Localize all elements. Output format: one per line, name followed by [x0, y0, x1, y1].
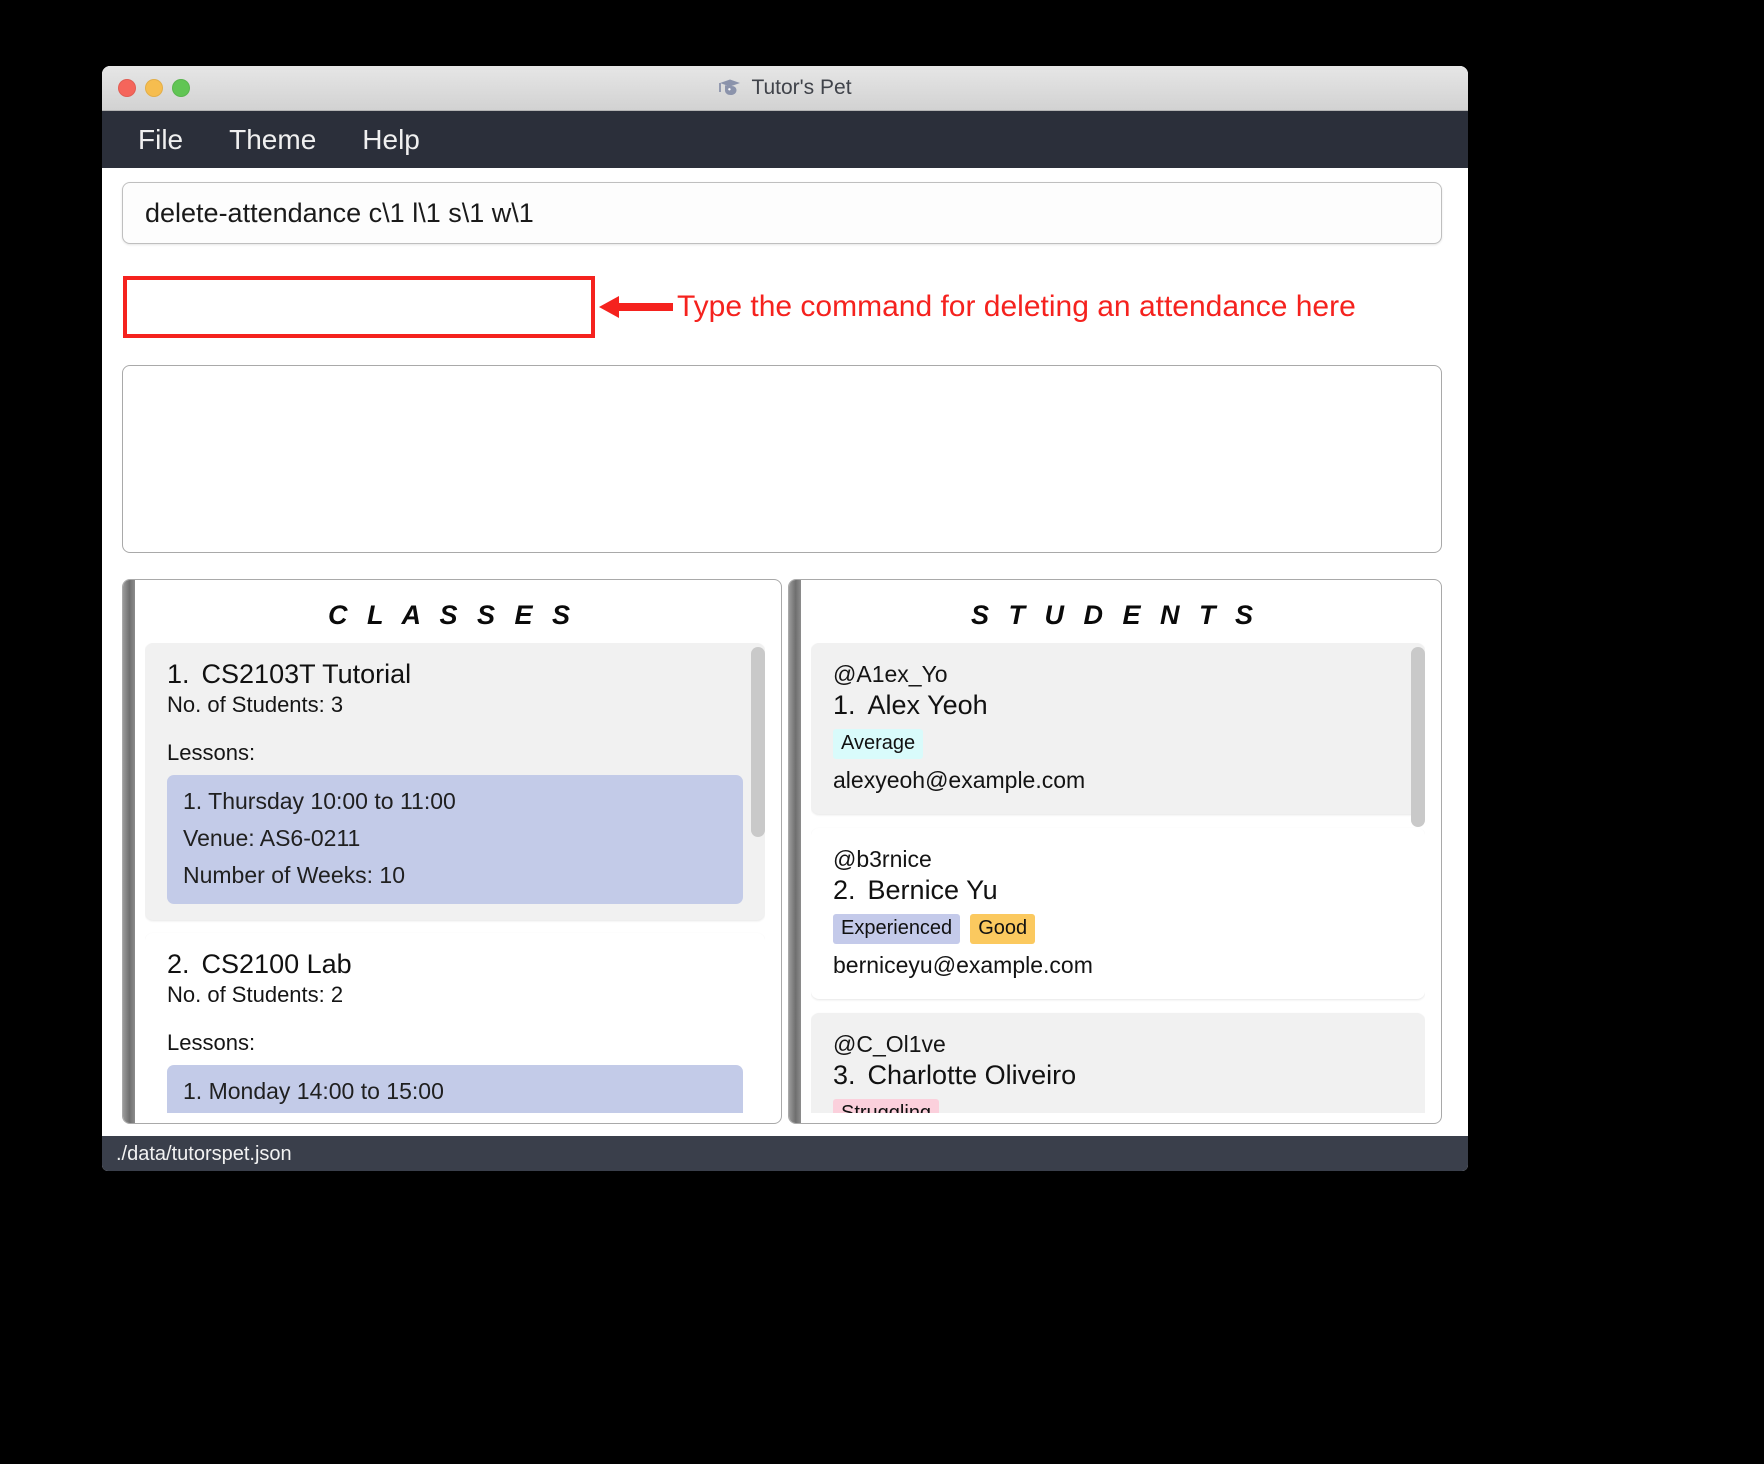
student-email: alexyeoh@example.com — [833, 767, 1086, 793]
student-name-row: 1. Alex Yeoh — [833, 690, 1403, 721]
student-index: 3. — [833, 1060, 856, 1090]
class-student-count-label: No. of Students: — [167, 982, 325, 1007]
window-title: Tutor's Pet — [751, 76, 852, 99]
student-tag-row: Struggling — [833, 1099, 1403, 1113]
student-card[interactable]: @C_Ol1ve 3. Charlotte Oliveiro Struggling — [811, 1013, 1425, 1113]
class-index: 2. — [167, 949, 190, 979]
classes-list: 1. CS2103T Tutorial No. of Students: 3 Le… — [145, 643, 765, 1113]
student-name: Alex Yeoh — [867, 690, 988, 720]
class-name: CS2103T Tutorial — [201, 659, 412, 689]
menu-item-file[interactable]: File — [134, 124, 187, 156]
command-input[interactable]: delete-attendance c\1 l\1 s\1 w\1 — [122, 182, 1442, 244]
students-panel-scrollbar[interactable] — [789, 580, 801, 1123]
class-card[interactable]: 1. CS2103T Tutorial No. of Students: 3 Le… — [145, 643, 765, 920]
status-badge: Good — [970, 914, 1036, 944]
class-name: CS2100 Lab — [201, 949, 352, 979]
menu-item-theme[interactable]: Theme — [225, 124, 320, 156]
students-list-scrollbar[interactable] — [1411, 647, 1425, 827]
student-index: 1. — [833, 690, 856, 720]
class-card[interactable]: 2. CS2100 Lab No. of Students: 2 Lessons:… — [145, 933, 765, 1113]
annotation-callout: Type the command for deleting an attenda… — [597, 276, 1356, 338]
class-card-title: 2. CS2100 Lab — [167, 949, 743, 980]
student-index: 2. — [833, 875, 856, 905]
lessons-label: Lessons: — [167, 1030, 256, 1055]
class-card-title: 1. CS2103T Tutorial — [167, 659, 743, 690]
class-student-count-value: 3 — [330, 692, 344, 717]
student-name: Bernice Yu — [867, 875, 998, 905]
classes-list-scrollbar[interactable] — [751, 647, 765, 837]
status-badge: Struggling — [833, 1099, 940, 1113]
left-arrow-icon — [597, 292, 675, 322]
lesson-weeks: Number of Weeks: 10 — [183, 862, 406, 888]
main-body: delete-attendance c\1 l\1 s\1 w\1 Type t… — [102, 168, 1468, 1136]
close-button[interactable] — [118, 79, 136, 97]
status-badge: Average — [833, 729, 924, 759]
minimize-button[interactable] — [145, 79, 163, 97]
student-card[interactable]: @b3rnice 2. Bernice Yu Experienced Good b… — [811, 828, 1425, 999]
menu-item-help[interactable]: Help — [358, 124, 424, 156]
student-name: Charlotte Oliveiro — [867, 1060, 1077, 1090]
lesson-card[interactable]: 1. Monday 14:00 to 15:00 Venue: https://… — [167, 1065, 743, 1113]
lesson-card[interactable]: 1. Thursday 10:00 to 11:00 Venue: AS6-02… — [167, 775, 743, 904]
status-bar-path: ./data/tutorspet.json — [116, 1142, 292, 1165]
student-email: berniceyu@example.com — [833, 952, 1093, 978]
students-list: @A1ex_Yo 1. Alex Yeoh Average alexyeoh@ex… — [811, 643, 1425, 1113]
lessons-label: Lessons: — [167, 740, 256, 765]
student-tag-row: Average — [833, 729, 1403, 759]
maximize-button[interactable] — [172, 79, 190, 97]
class-index: 1. — [167, 659, 190, 689]
class-student-count: No. of Students: 2 — [167, 982, 743, 1008]
menu-bar: File Theme Help — [102, 111, 1468, 168]
graduation-cap-icon — [718, 78, 742, 98]
student-card[interactable]: @A1ex_Yo 1. Alex Yeoh Average alexyeoh@ex… — [811, 643, 1425, 814]
lesson-schedule: 1. Monday 14:00 to 15:00 — [183, 1078, 444, 1104]
students-panel: S T U D E N T S @A1ex_Yo 1. Alex Yeoh Ave… — [788, 579, 1442, 1124]
classes-panel-title: C L A S S E S — [327, 600, 577, 630]
status-bar: ./data/tutorspet.json — [102, 1136, 1468, 1171]
annotation-text: Type the command for deleting an attenda… — [677, 290, 1356, 323]
student-handle: @C_Ol1ve — [833, 1031, 946, 1057]
window-title-group: Tutor's Pet — [102, 66, 1468, 110]
class-student-count-label: No. of Students: — [167, 692, 325, 717]
lesson-venue: Venue: AS6-0211 — [183, 825, 361, 851]
classes-panel: C L A S S E S 1. CS2103T Tutorial No. of … — [122, 579, 782, 1124]
classes-panel-scrollbar[interactable] — [123, 580, 135, 1123]
result-display-box — [122, 365, 1442, 553]
student-tag-row: Experienced Good — [833, 914, 1403, 944]
lesson-schedule: 1. Thursday 10:00 to 11:00 — [183, 788, 456, 814]
status-badge: Experienced — [833, 914, 961, 944]
students-panel-title: S T U D E N T S — [970, 600, 1260, 630]
annotation-highlight-box — [123, 276, 595, 338]
application-window: Tutor's Pet File Theme Help delete-atten… — [102, 66, 1468, 1171]
window-controls[interactable] — [118, 79, 190, 97]
window-titlebar: Tutor's Pet — [102, 66, 1468, 111]
screen: Tutor's Pet File Theme Help delete-atten… — [0, 0, 1764, 1464]
panel-container: C L A S S E S 1. CS2103T Tutorial No. of … — [122, 579, 1442, 1124]
student-handle: @A1ex_Yo — [833, 661, 948, 687]
student-handle: @b3rnice — [833, 846, 932, 872]
class-student-count: No. of Students: 3 — [167, 692, 743, 718]
class-student-count-value: 2 — [330, 982, 344, 1007]
student-name-row: 2. Bernice Yu — [833, 875, 1403, 906]
student-name-row: 3. Charlotte Oliveiro — [833, 1060, 1403, 1091]
command-input-value: delete-attendance c\1 l\1 s\1 w\1 — [145, 197, 534, 228]
